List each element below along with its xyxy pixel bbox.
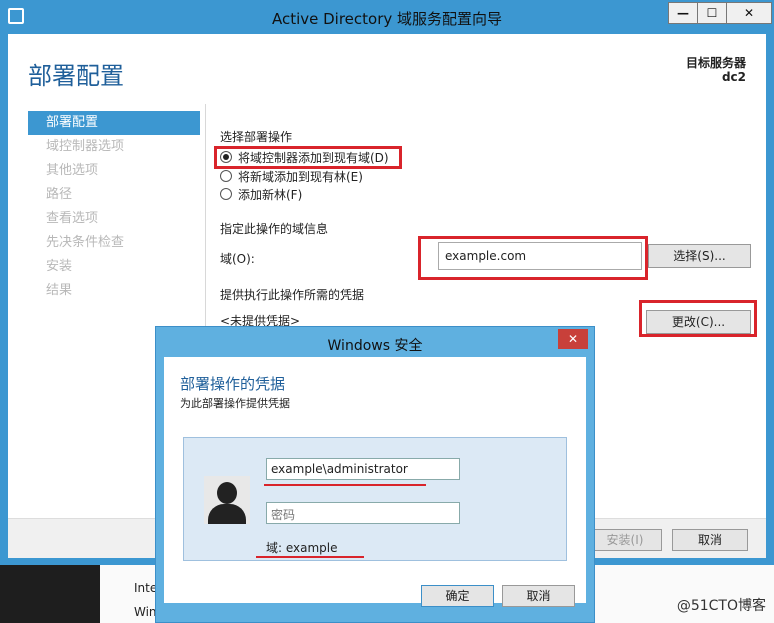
radio-button[interactable] <box>220 170 232 182</box>
username-input[interactable]: example\administrator <box>266 458 460 480</box>
dialog-body: 部署操作的凭据 为此部署操作提供凭据 example\administrator… <box>164 357 586 603</box>
watermark: @51CTO博客 <box>676 598 766 614</box>
close-button[interactable]: ✕ <box>726 2 772 24</box>
dialog-title: Windows 安全 <box>327 338 423 354</box>
credentials-label: 提供执行此操作所需的凭据 <box>220 288 365 302</box>
title-bar[interactable]: Active Directory 域服务配置向导 — ☐ ✕ <box>0 0 774 34</box>
avatar-head <box>217 482 237 504</box>
nav-item-dc-options: 域控制器选项 <box>46 139 125 154</box>
username-underline <box>264 484 426 486</box>
target-server-label: 目标服务器 <box>685 56 746 70</box>
background-text: Win <box>134 605 157 619</box>
domain-info-label: 指定此操作的域信息 <box>220 222 329 236</box>
radio-button[interactable] <box>220 188 232 200</box>
select-domain-button[interactable]: 选择(S)... <box>648 244 751 268</box>
dialog-cancel-button[interactable]: 取消 <box>502 585 575 607</box>
radio-add-domain[interactable]: 将新域添加到现有林(E) <box>220 167 363 185</box>
nav-item-install: 安装 <box>46 259 73 274</box>
install-button[interactable]: 安装(I) <box>588 529 662 551</box>
radio-label: 添加新林(F) <box>238 187 303 202</box>
windows-security-dialog: Windows 安全 ✕ 部署操作的凭据 为此部署操作提供凭据 example\… <box>155 326 595 623</box>
domain-underline <box>256 556 364 558</box>
nav-item-deployment[interactable]: 部署配置 <box>28 111 200 135</box>
highlight-box <box>214 146 402 169</box>
minimize-button[interactable]: — <box>668 2 698 24</box>
dialog-heading: 部署操作的凭据 <box>180 375 286 393</box>
nav-item-prereq-check: 先决条件检查 <box>46 235 125 250</box>
wizard-nav: 部署配置 域控制器选项 其他选项 路径 查看选项 先决条件检查 安装 结果 <box>28 111 200 303</box>
background-text: Inte <box>134 581 158 595</box>
dialog-close-button[interactable]: ✕ <box>558 329 588 349</box>
domain-text: 域: example <box>266 541 338 555</box>
avatar-body <box>208 504 246 524</box>
credential-tile: example\administrator 密码 域: example <box>183 437 567 561</box>
password-input[interactable]: 密码 <box>266 502 460 524</box>
operation-label: 选择部署操作 <box>220 130 293 144</box>
highlight-box <box>418 236 648 280</box>
window-title: Active Directory 域服务配置向导 <box>271 10 503 28</box>
ok-button[interactable]: 确定 <box>421 585 494 607</box>
cancel-button[interactable]: 取消 <box>672 529 748 551</box>
nav-item-other-options: 其他选项 <box>46 163 99 178</box>
nav-item-results: 结果 <box>46 283 73 298</box>
page-title: 部署配置 <box>28 62 124 90</box>
maximize-button[interactable]: ☐ <box>697 2 727 24</box>
user-avatar-icon <box>204 476 250 524</box>
radio-add-forest[interactable]: 添加新林(F) <box>220 185 302 203</box>
nav-item-paths: 路径 <box>46 187 73 202</box>
nav-item-review: 查看选项 <box>46 211 99 226</box>
target-server-value: dc2 <box>721 70 746 84</box>
radio-label: 将新域添加到现有林(E) <box>238 169 363 184</box>
domain-field-label: 域(O): <box>220 252 255 266</box>
highlight-box <box>639 300 757 337</box>
desktop-dark-area <box>0 565 100 623</box>
dialog-subheading: 为此部署操作提供凭据 <box>180 397 290 410</box>
